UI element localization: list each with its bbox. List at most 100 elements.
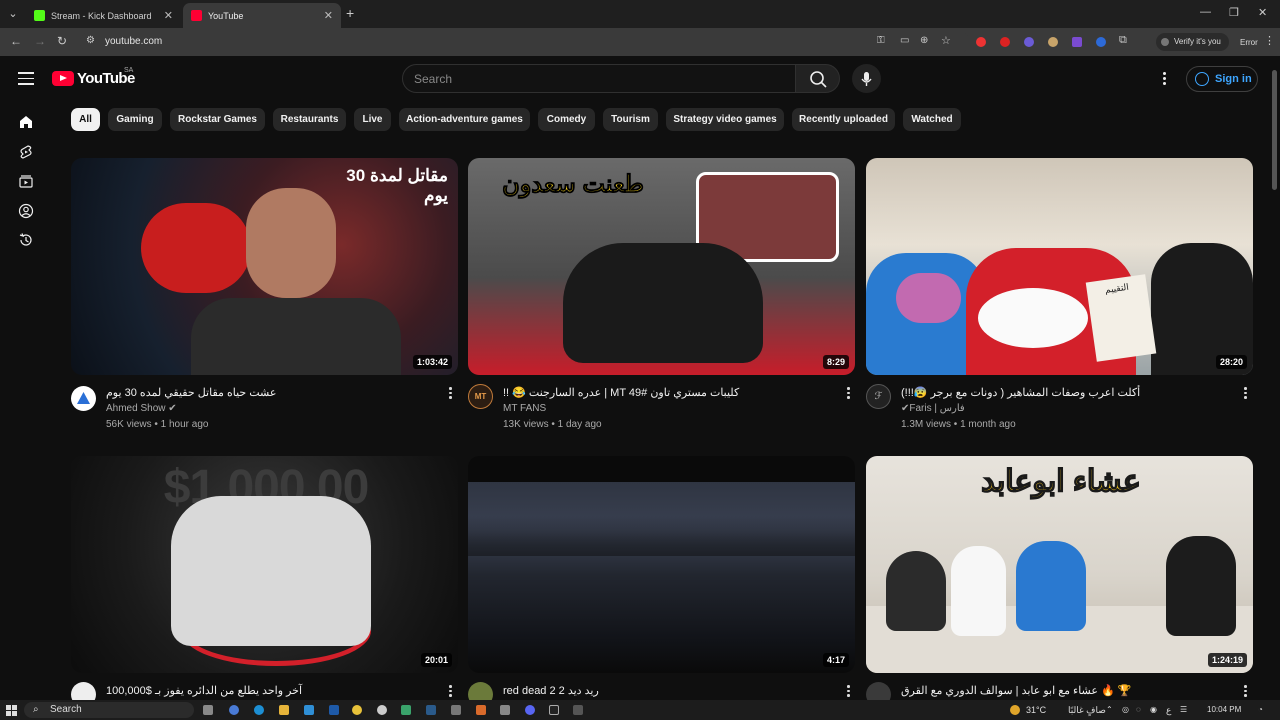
tiktok-icon[interactable] (549, 705, 559, 715)
video-thumbnail[interactable]: مقاتل لمدة 30 يوم 1:03:42 (71, 158, 458, 375)
channel-avatar[interactable]: MT (468, 384, 493, 409)
chip-recently-uploaded[interactable]: Recently uploaded (792, 108, 895, 131)
back-icon[interactable]: ← (10, 34, 22, 48)
chip-all[interactable]: All (71, 108, 100, 131)
discord-icon[interactable] (525, 705, 535, 715)
video-menu-icon[interactable] (1244, 685, 1248, 697)
minimize-icon[interactable]: — (1200, 6, 1211, 18)
tray-chevron-icon[interactable]: ⌃ (1106, 705, 1113, 714)
video-thumbnail[interactable]: عشاء ابوعابد 1:24:19 (866, 456, 1253, 673)
page-scrollbar[interactable] (1272, 70, 1277, 190)
channel-avatar[interactable] (71, 386, 96, 411)
subscriptions-icon[interactable] (18, 173, 34, 189)
windows-start-icon[interactable] (6, 705, 17, 716)
obs-icon[interactable] (377, 705, 387, 715)
voice-search-button[interactable] (852, 64, 881, 93)
sign-in-button[interactable]: Sign in (1186, 66, 1258, 92)
tab-close-icon[interactable]: ✕ (324, 9, 333, 22)
error-menu-button[interactable]: Error (1240, 38, 1258, 47)
video-menu-icon[interactable] (847, 685, 851, 697)
search-input[interactable] (402, 64, 796, 93)
extension-f-icon[interactable] (1072, 37, 1082, 47)
search-button[interactable] (795, 64, 840, 93)
edge-icon[interactable] (254, 705, 264, 715)
tab-kick-dashboard[interactable]: Stream - Kick Dashboard ✕ (26, 3, 181, 28)
clock-time[interactable]: 10:04 PM (1207, 705, 1241, 714)
chip-comedy[interactable]: Comedy (538, 108, 595, 131)
video-title[interactable]: عشت حياه مقاتل حقيقي لمده 30 يوم (106, 386, 276, 399)
extensions-puzzle-icon[interactable]: ⧉ (1119, 34, 1127, 47)
chip-action-adventure-games[interactable]: Action-adventure games (399, 108, 530, 131)
tray-app-icon[interactable]: ◌ (1136, 705, 1141, 714)
chip-live[interactable]: Live (354, 108, 391, 131)
new-tab-button[interactable]: + (346, 5, 354, 21)
close-window-icon[interactable]: ✕ (1258, 6, 1267, 19)
zoom-icon[interactable]: ⊕ (920, 35, 928, 46)
extension-red-icon[interactable] (976, 37, 986, 47)
video-menu-icon[interactable] (847, 387, 851, 399)
video-title[interactable]: red dead 2 ريد ديد 2 (503, 684, 599, 697)
copilot-icon[interactable] (229, 705, 239, 715)
video-menu-icon[interactable] (1244, 387, 1248, 399)
steam-icon[interactable] (426, 705, 436, 715)
app-icon[interactable] (500, 705, 510, 715)
settings-more-icon[interactable] (1163, 72, 1167, 86)
chip-watched[interactable]: Watched (903, 108, 961, 131)
wifi-icon[interactable]: ☰ (1180, 705, 1187, 714)
chip-gaming[interactable]: Gaming (108, 108, 162, 131)
password-key-icon[interactable]: ⚿ (877, 35, 885, 46)
file-explorer-icon[interactable] (279, 705, 289, 715)
app-icon[interactable] (451, 705, 461, 715)
weather-desc[interactable]: صافٍ غالبًا (1068, 705, 1106, 716)
extension-shield-icon[interactable] (1024, 37, 1034, 47)
outlook-icon[interactable] (329, 705, 339, 715)
browser-menu-icon[interactable]: ⋮ (1264, 34, 1275, 47)
chip-tourism[interactable]: Tourism (603, 108, 658, 131)
task-view-icon[interactable] (203, 705, 213, 715)
keyboard-language[interactable]: ع (1166, 705, 1171, 716)
network-icon[interactable]: ◎ (1122, 705, 1129, 714)
video-title[interactable]: أكلت اعرب وصفات المشاهير ( دونات مع برجر… (901, 386, 1140, 399)
weather-temp[interactable]: 31°C (1026, 705, 1046, 715)
url-text[interactable]: youtube.com (105, 36, 162, 47)
youtube-logo[interactable]: YouTube (52, 70, 135, 87)
extension-bottle-icon[interactable] (1048, 37, 1058, 47)
video-menu-icon[interactable] (449, 685, 453, 697)
channel-name[interactable]: Ahmed Show ✔ (106, 403, 177, 414)
video-menu-icon[interactable] (449, 387, 453, 399)
video-title[interactable]: آخر واحد يطلع من الدائره يفوز بـ $100,00… (106, 684, 302, 697)
app-icon[interactable] (476, 705, 486, 715)
video-title[interactable]: عشاء مع ابو عابد | سوالف الدوري مع القرق… (901, 684, 1131, 697)
channel-name[interactable]: MT FANS (503, 403, 546, 414)
tab-youtube[interactable]: YouTube ✕ (183, 3, 341, 28)
channel-avatar[interactable]: ℱ (866, 384, 891, 409)
weather-icon[interactable] (1010, 705, 1020, 715)
reload-icon[interactable]: ↻ (57, 34, 67, 48)
extension-s-icon[interactable] (1000, 37, 1010, 47)
forward-icon[interactable]: → (34, 34, 46, 48)
site-info-icon[interactable]: ⚙ (86, 35, 95, 46)
app-icon[interactable] (573, 705, 583, 715)
shorts-icon[interactable] (18, 144, 34, 160)
you-account-icon[interactable] (18, 203, 34, 219)
cast-icon[interactable]: ▭ (900, 35, 909, 46)
video-title[interactable]: !! 😂 عدره السارجنت | MT كليبات مستري تاو… (503, 386, 739, 399)
home-icon[interactable] (18, 114, 34, 130)
chip-rockstar-games[interactable]: Rockstar Games (170, 108, 265, 131)
video-thumbnail[interactable]: التقييم 28:20 (866, 158, 1253, 375)
tab-search-menu-icon[interactable]: ⌄ (4, 5, 22, 23)
profile-verify-button[interactable]: Verify it's you (1156, 33, 1229, 51)
omnibox[interactable] (80, 31, 970, 53)
video-thumbnail[interactable]: 4:17 (468, 456, 855, 673)
restore-icon[interactable]: ❐ (1229, 6, 1239, 19)
guide-menu-icon[interactable] (18, 72, 34, 85)
video-thumbnail[interactable]: $1,000,00 20:01 (71, 456, 458, 673)
channel-name[interactable]: ✔Faris | فارس (901, 403, 965, 414)
tab-close-icon[interactable]: ✕ (164, 9, 173, 22)
history-icon[interactable] (18, 232, 34, 248)
spreadsheet-icon[interactable] (401, 705, 411, 715)
chip-restaurants[interactable]: Restaurants (273, 108, 346, 131)
extension-voice-icon[interactable] (1096, 37, 1106, 47)
store-icon[interactable] (304, 705, 314, 715)
video-thumbnail[interactable]: طعنت سعدون 8:29 (468, 158, 855, 375)
